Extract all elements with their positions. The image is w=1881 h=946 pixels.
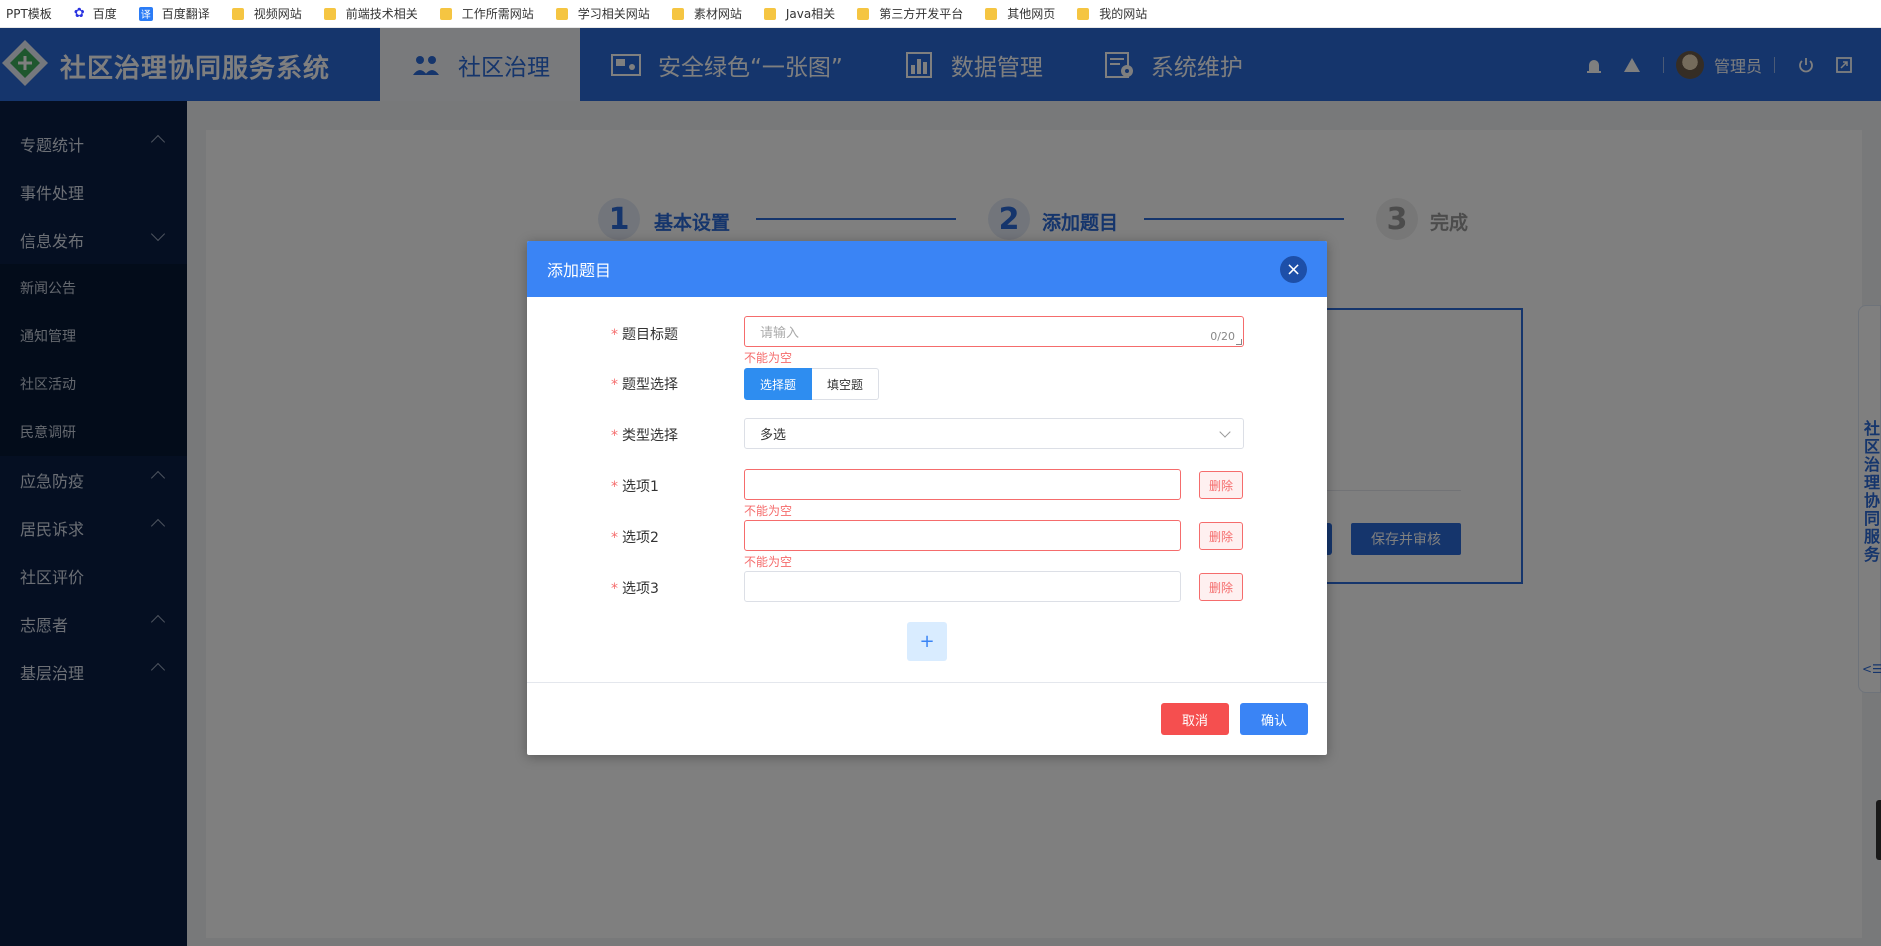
bookmarks-bar: PPT模板 ✿ 百度 译百度翻译 视频网站 前端技术相关 工作所需网站 学习相关网… — [0, 0, 1881, 28]
fill-blank-question-button[interactable]: 填空题 — [812, 368, 880, 400]
label-text: 选项3 — [622, 581, 659, 597]
choice-question-button[interactable]: 选择题 — [744, 368, 813, 400]
bookmark-video[interactable]: 视频网站 — [231, 5, 302, 22]
kind-select-label: * 类型选择 — [611, 425, 678, 445]
label-text: 题目标题 — [622, 327, 678, 343]
title-error-message: 不能为空 — [744, 351, 793, 365]
divider — [527, 682, 1327, 683]
folder-icon — [671, 7, 684, 20]
confirm-button[interactable]: 确认 — [1240, 703, 1308, 735]
label-text: 选项1 — [622, 479, 659, 495]
folder-icon — [857, 7, 870, 20]
delete-option-3-button[interactable]: 删除 — [1199, 573, 1243, 601]
bookmark-ppt[interactable]: PPT模板 — [6, 5, 52, 22]
bookmark-label: 百度翻译 — [161, 7, 210, 21]
dialog-header: 添加题目 × — [527, 241, 1327, 297]
option-3-input[interactable] — [744, 571, 1181, 602]
folder-icon — [763, 7, 776, 20]
bookmark-label: 视频网站 — [253, 7, 302, 21]
delete-option-1-button[interactable]: 删除 — [1199, 471, 1243, 499]
translate-icon: 译 — [138, 6, 153, 21]
bookmark-label: 工作所需网站 — [461, 7, 534, 21]
bookmark-java[interactable]: Java相关 — [763, 5, 836, 22]
folder-icon — [1077, 7, 1090, 20]
add-question-dialog: 添加题目 × * 题目标题 请输入 0/20 不能为空 * 题型选择 选择题 填空题… — [527, 241, 1327, 755]
option-3-label: * 选项3 — [611, 578, 659, 598]
required-mark: * — [611, 377, 618, 393]
required-mark: * — [611, 530, 618, 546]
bookmark-thirdparty[interactable]: 第三方开发平台 — [857, 5, 963, 22]
bookmark-fanyi[interactable]: 译百度翻译 — [138, 5, 210, 22]
folder-icon — [555, 7, 568, 20]
bookmark-label: 我的网站 — [1099, 7, 1148, 21]
baidu-paw-icon: ✿ — [73, 6, 85, 21]
bookmark-work[interactable]: 工作所需网站 — [439, 5, 534, 22]
folder-icon — [323, 7, 336, 20]
required-mark: * — [611, 581, 618, 597]
question-type-switch: 选择题 填空题 — [744, 368, 880, 400]
option-2-label: * 选项2 — [611, 527, 659, 547]
kind-select-value: 多选 — [760, 428, 787, 443]
option-1-label: * 选项1 — [611, 476, 659, 496]
cancel-button[interactable]: 取消 — [1161, 703, 1229, 735]
bookmark-frontend[interactable]: 前端技术相关 — [323, 5, 418, 22]
dialog-title: 添加题目 — [547, 261, 612, 280]
bookmark-label: 素材网站 — [693, 7, 742, 21]
bookmark-other[interactable]: 其他网页 — [985, 5, 1055, 22]
kind-select[interactable]: 多选 — [744, 418, 1244, 449]
bookmark-label: Java相关 — [785, 7, 836, 21]
option-1-input[interactable] — [744, 469, 1181, 500]
bookmark-label: 第三方开发平台 — [879, 7, 964, 21]
delete-option-2-button[interactable]: 删除 — [1199, 522, 1243, 550]
bookmark-label: 学习相关网站 — [577, 7, 650, 21]
bookmark-label: PPT模板 — [6, 7, 52, 21]
required-mark: * — [611, 479, 618, 495]
folder-icon — [985, 7, 998, 20]
label-text: 选项2 — [622, 530, 659, 546]
folder-icon — [439, 7, 452, 20]
question-title-input[interactable]: 请输入 0/20 — [744, 316, 1244, 347]
close-icon[interactable]: × — [1280, 256, 1307, 283]
bookmark-label: 前端技术相关 — [345, 7, 418, 21]
add-option-button[interactable]: + — [907, 622, 947, 661]
required-mark: * — [611, 327, 618, 343]
title-field-label: * 题目标题 — [611, 324, 678, 344]
bookmark-baidu[interactable]: ✿ 百度 — [74, 5, 117, 22]
bookmark-label: 百度 — [92, 7, 117, 21]
title-placeholder: 请输入 — [760, 326, 800, 341]
folder-icon — [231, 7, 244, 20]
chevron-down-icon — [1219, 426, 1231, 438]
bookmark-mysite[interactable]: 我的网站 — [1077, 5, 1147, 22]
char-counter: 0/20 — [1210, 330, 1235, 343]
label-text: 类型选择 — [622, 428, 678, 444]
required-mark: * — [611, 428, 618, 444]
option-1-error-message: 不能为空 — [744, 504, 793, 518]
question-type-label: * 题型选择 — [611, 374, 678, 394]
label-text: 题型选择 — [622, 377, 678, 393]
option-2-input[interactable] — [744, 520, 1181, 551]
resize-handle-icon[interactable] — [1236, 339, 1242, 345]
bookmark-label: 其他网页 — [1007, 7, 1056, 21]
bookmark-study[interactable]: 学习相关网站 — [555, 5, 650, 22]
option-2-error-message: 不能为空 — [744, 555, 793, 569]
bookmark-material[interactable]: 素材网站 — [671, 5, 742, 22]
